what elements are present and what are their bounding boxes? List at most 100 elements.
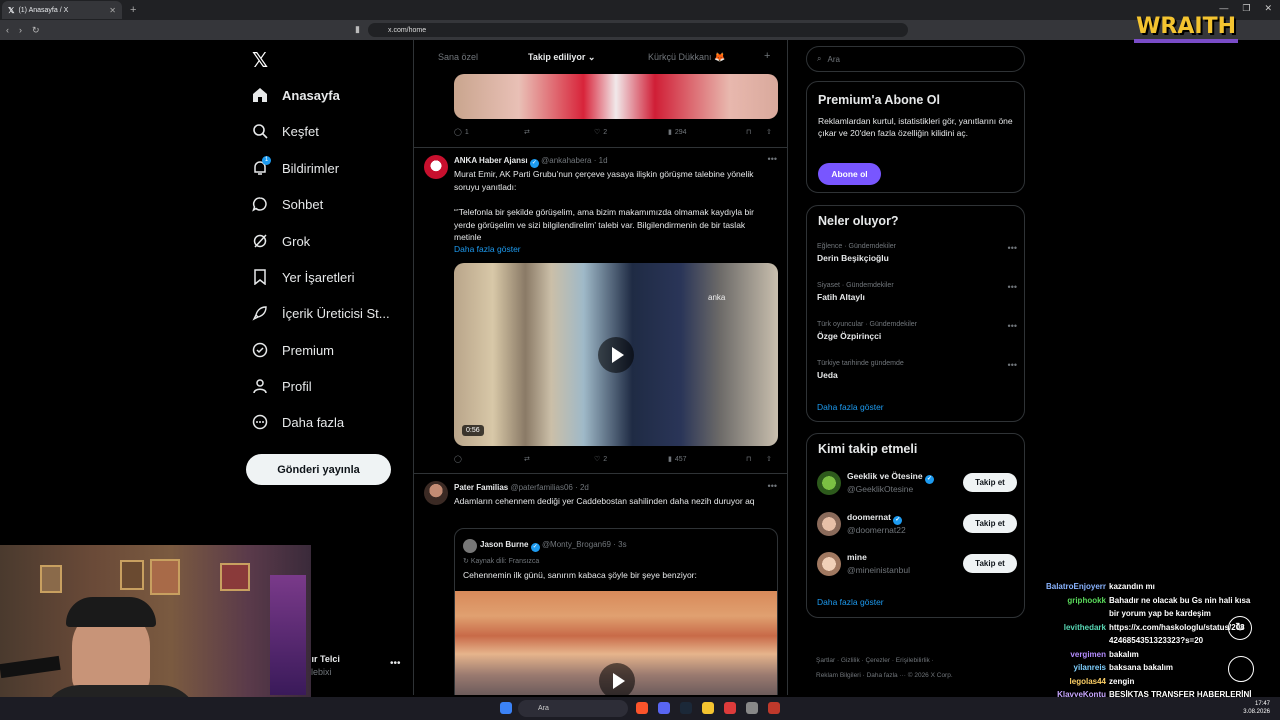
- minimize-icon[interactable]: —: [1219, 3, 1228, 14]
- quote-video[interactable]: [455, 591, 777, 695]
- chat-text: 4246854351323323?s=20: [1109, 636, 1204, 645]
- tweet-media[interactable]: [454, 74, 778, 119]
- repost-button[interactable]: ⇄: [524, 128, 594, 136]
- discord-icon[interactable]: [658, 702, 670, 714]
- like-button[interactable]: ♡ 2: [594, 128, 668, 137]
- show-more-link[interactable]: Daha fazla göster: [454, 243, 774, 256]
- views-button[interactable]: ▮ 294: [668, 128, 746, 137]
- system-clock[interactable]: 17:47 3.08.2026: [1243, 700, 1270, 716]
- share-icon[interactable]: ⇧: [766, 455, 772, 463]
- trend-menu-icon[interactable]: •••: [1008, 360, 1017, 370]
- close-window-icon[interactable]: ✕: [1264, 3, 1272, 14]
- tab-following[interactable]: Takip ediliyor ⌄: [528, 52, 595, 63]
- footer-links[interactable]: Reklam Bilgileri · Daha fazla ··· © 2026…: [816, 672, 953, 679]
- app-icon[interactable]: [768, 702, 780, 714]
- x-favicon-icon: 𝕏: [8, 5, 15, 15]
- quoted-tweet[interactable]: Jason Burne ✓ @Monty_Brogan69 · 3s ↻ Kay…: [454, 528, 778, 695]
- nav-item-bookmarks[interactable]: Yer İşaretleri: [252, 269, 355, 285]
- chat-message: levithedark https://x.com/haskologlu/stat…: [1018, 623, 1245, 632]
- trend-menu-icon[interactable]: •••: [1008, 282, 1017, 292]
- tab-for-you[interactable]: Sana özel: [438, 52, 478, 62]
- nav-item-chat[interactable]: Sohbet: [252, 196, 323, 212]
- nav-item-grok[interactable]: Grok: [252, 233, 310, 249]
- bookmark-icon[interactable]: ⊓: [746, 455, 766, 463]
- trend-item[interactable]: Türk oyuncular · Gündemdekiler Özge Özpi…: [817, 321, 1017, 341]
- follow-button[interactable]: Takip et: [963, 514, 1017, 533]
- video-player[interactable]: anka 0:56: [454, 263, 778, 446]
- bookmark-icon[interactable]: ⊓: [746, 128, 766, 136]
- maximize-icon[interactable]: ❐: [1242, 3, 1250, 14]
- play-icon[interactable]: [599, 663, 635, 695]
- tweet-menu-icon[interactable]: •••: [768, 481, 777, 491]
- avatar[interactable]: [424, 481, 448, 505]
- tab-list[interactable]: Kürkçü Dükkanı 🦊: [648, 52, 725, 63]
- author-name[interactable]: ANKA Haber Ajansı: [454, 156, 528, 165]
- tweet-actions: ◯ ⇄ ♡ 2 ▮ 457 ⊓ ⇧: [454, 455, 779, 464]
- nav-item-creator-studio[interactable]: İçerik Üreticisi St...: [252, 305, 390, 321]
- follow-suggestion[interactable]: Geeklik ve Ötesine ✓ @GeeklikOtesine Tak…: [817, 471, 1017, 497]
- repost-button[interactable]: ⇄: [524, 455, 594, 463]
- tweet-time[interactable]: · 2d: [575, 483, 589, 492]
- tweet-time[interactable]: · 1d: [594, 156, 608, 165]
- tweet[interactable]: Pater Familias @paterfamilias06 · 2d •••…: [414, 474, 787, 695]
- add-tab-icon[interactable]: +: [764, 50, 770, 62]
- taskbar-search[interactable]: Ara: [518, 700, 628, 717]
- follow-button[interactable]: Takip et: [963, 554, 1017, 573]
- footer-links[interactable]: Şartlar · Gizlilik · Çerezler · Erişileb…: [816, 657, 934, 664]
- back-icon[interactable]: ‹: [6, 25, 9, 35]
- messages-icon[interactable]: [1228, 656, 1254, 682]
- follow-suggestion[interactable]: mine @mineinistanbul Takip et: [817, 552, 1017, 578]
- trend-item[interactable]: Türkiye tarihinde gündemde Ueda •••: [817, 360, 1017, 380]
- bookmark-page-icon[interactable]: ▮: [355, 24, 360, 35]
- views-button[interactable]: ▮ 457: [668, 455, 746, 464]
- share-icon[interactable]: ⇧: [766, 128, 772, 136]
- tweet-menu-icon[interactable]: •••: [768, 154, 777, 164]
- tweet[interactable]: ANKA Haber Ajansı ✓ @ankahabera · 1d •••…: [414, 148, 787, 474]
- trend-menu-icon[interactable]: •••: [1008, 321, 1017, 331]
- x-logo-icon[interactable]: 𝕏: [252, 48, 268, 72]
- avatar[interactable]: [424, 155, 448, 179]
- folder-icon[interactable]: [702, 702, 714, 714]
- post-button[interactable]: Gönderi yayınla: [246, 454, 391, 485]
- follow-button[interactable]: Takip et: [963, 473, 1017, 492]
- app-icon[interactable]: [724, 702, 736, 714]
- start-icon[interactable]: [500, 702, 512, 714]
- nav-item-premium[interactable]: Premium: [252, 342, 334, 358]
- trend-menu-icon[interactable]: •••: [1008, 243, 1017, 253]
- nav-item-more[interactable]: Daha fazla: [252, 414, 344, 430]
- browser-tab[interactable]: 𝕏 (1) Anasayfa / X ✕: [2, 1, 122, 19]
- author-handle[interactable]: @paterfamilias06: [510, 483, 572, 492]
- trend-item[interactable]: Eğlence · Gündemdekiler Derin Beşikçioğl…: [817, 243, 1017, 263]
- brave-icon[interactable]: [636, 702, 648, 714]
- settings-icon[interactable]: [746, 702, 758, 714]
- trends-show-more-link[interactable]: Daha fazla göster: [817, 402, 884, 412]
- reply-button[interactable]: ◯: [454, 455, 524, 463]
- chat-username: yilanreis: [1073, 663, 1106, 672]
- chat-username: levithedark: [1063, 622, 1106, 632]
- who-show-more-link[interactable]: Daha fazla göster: [817, 597, 884, 607]
- forward-icon[interactable]: ›: [19, 25, 22, 35]
- nav-item-notifications[interactable]: 1 Bildirimler: [252, 156, 339, 176]
- play-icon[interactable]: [598, 337, 634, 373]
- steam-icon[interactable]: [680, 702, 692, 714]
- new-tab-icon[interactable]: +: [130, 4, 136, 16]
- refresh-icon[interactable]: ↻: [1228, 616, 1252, 640]
- author-handle[interactable]: @ankahabera: [541, 156, 591, 165]
- nav-item-explore[interactable]: Keşfet: [252, 123, 319, 139]
- reply-button[interactable]: ◯ 1: [454, 128, 524, 137]
- subscribe-button[interactable]: Abone ol: [818, 163, 881, 185]
- suggestion-name-text: Geeklik ve Ötesine: [847, 471, 923, 481]
- address-bar: ‹ › ↻ ▮ x.com/home: [0, 20, 1280, 40]
- reload-icon[interactable]: ↻: [32, 25, 40, 36]
- like-button[interactable]: ♡ 2: [594, 455, 668, 464]
- account-menu-icon[interactable]: •••: [390, 658, 401, 669]
- author-name[interactable]: Pater Familias: [454, 483, 508, 492]
- follow-suggestion[interactable]: doomernat ✓ @doomernat22 Takip et: [817, 512, 1017, 538]
- nav-item-profile[interactable]: Profil: [252, 378, 312, 394]
- search-input[interactable]: ⌕ Ara: [806, 46, 1025, 72]
- trend-item[interactable]: Siyaset · Gündemdekiler Fatih Altaylı ••…: [817, 282, 1017, 302]
- close-tab-icon[interactable]: ✕: [109, 6, 116, 15]
- account-name[interactable]: dır Telci: [306, 654, 340, 664]
- url-field[interactable]: x.com/home: [368, 23, 908, 37]
- nav-item-home[interactable]: Anasayfa: [252, 87, 340, 103]
